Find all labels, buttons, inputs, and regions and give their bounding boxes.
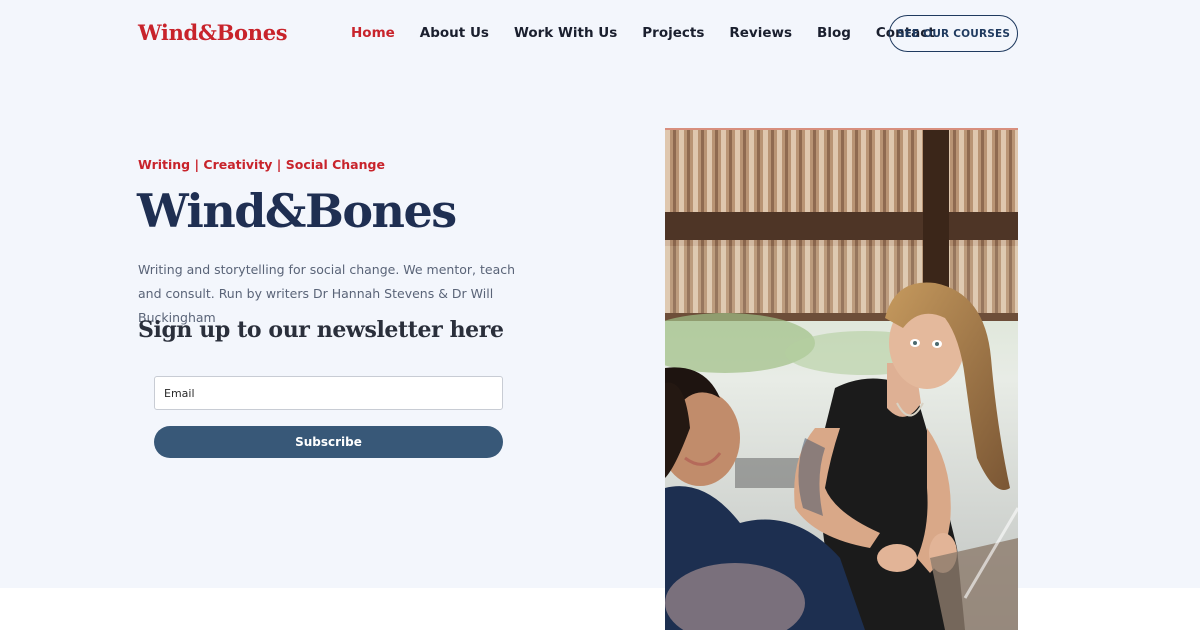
hero-title: Wind&Bones [137,184,457,238]
site-logo[interactable]: Wind&Bones [138,20,288,45]
subscribe-button[interactable]: Subscribe [154,426,503,458]
email-field[interactable] [154,376,503,410]
nav-item-work-with-us[interactable]: Work With Us [514,25,617,41]
nav-item-home[interactable]: Home [351,25,395,41]
hero-tagline: Writing | Creativity | Social Change [138,157,385,172]
nav-item-projects[interactable]: Projects [642,25,704,41]
hero-photo [665,128,1018,630]
see-our-courses-button[interactable]: SEE OUR COURSES [889,15,1018,52]
nav-item-reviews[interactable]: Reviews [729,25,792,41]
main-nav: Home About Us Work With Us Projects Revi… [351,25,960,41]
newsletter-heading: Sign up to our newsletter here [138,317,504,343]
nav-item-about-us[interactable]: About Us [420,25,489,41]
page-bottom-band [0,588,1200,630]
nav-item-blog[interactable]: Blog [817,25,851,41]
